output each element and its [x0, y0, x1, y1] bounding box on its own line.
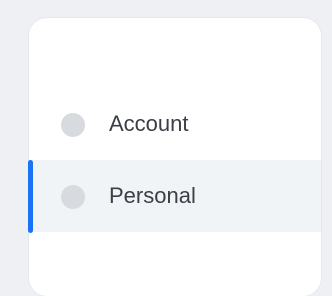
steps-panel: Account Personal [29, 18, 321, 296]
step-dot-icon [61, 185, 85, 209]
active-indicator [28, 160, 33, 233]
nav-item-personal[interactable]: Personal [29, 160, 321, 232]
nav-item-label: Personal [109, 183, 196, 208]
nav-item-account[interactable]: Account [29, 88, 321, 160]
nav-item-label: Account [109, 111, 189, 136]
step-dot-icon [61, 113, 85, 137]
